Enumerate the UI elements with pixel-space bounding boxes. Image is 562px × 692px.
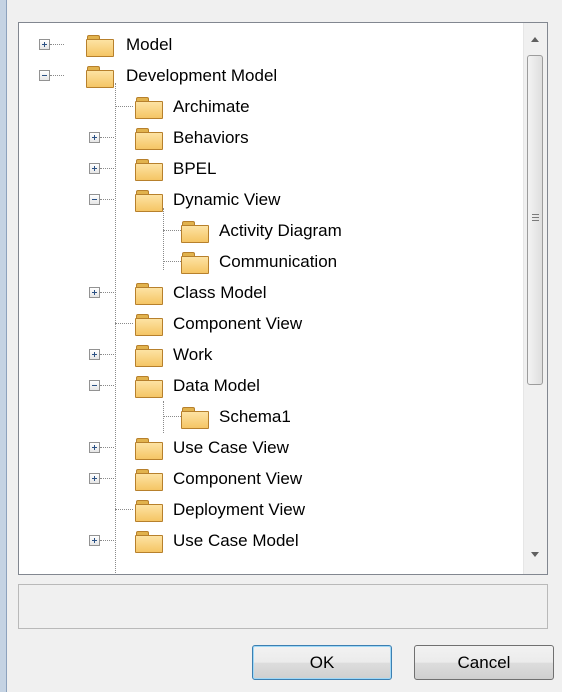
- tree-item-model[interactable]: Model: [19, 29, 524, 61]
- collapse-icon[interactable]: [89, 194, 100, 205]
- tree-item-label: Deployment View: [173, 500, 305, 519]
- tree-item-label: Use Case Model: [173, 531, 299, 550]
- tree-rows: Model Development Model Archimate Behavi…: [19, 23, 524, 574]
- folder-icon: [135, 345, 163, 367]
- scroll-down-arrow-icon: [531, 552, 539, 557]
- tree-item-behaviors[interactable]: Behaviors: [19, 122, 524, 154]
- tree-item-use-case-model[interactable]: Use Case Model: [19, 525, 524, 557]
- tree-item-component-view-2[interactable]: Component View: [19, 463, 524, 495]
- tree-item-label: Model: [126, 35, 173, 54]
- scroll-down-button[interactable]: [524, 543, 547, 565]
- selection-status-field: [18, 584, 548, 629]
- folder-icon: [135, 438, 163, 460]
- tree-item-communication[interactable]: Communication: [19, 246, 524, 278]
- tree-item-schema1[interactable]: Schema1: [19, 401, 524, 433]
- folder-icon: [135, 376, 163, 398]
- expand-icon[interactable]: [89, 163, 100, 174]
- window-left-border: [0, 0, 7, 692]
- folder-icon: [181, 252, 209, 274]
- folder-icon: [86, 66, 114, 88]
- cancel-button[interactable]: Cancel: [414, 645, 554, 680]
- folder-icon: [135, 97, 163, 119]
- tree-item-label: Communication: [219, 252, 338, 271]
- tree-item-data-model[interactable]: Data Model: [19, 370, 524, 402]
- folder-icon: [181, 221, 209, 243]
- tree-item-label: Work: [173, 345, 213, 364]
- expand-icon[interactable]: [89, 473, 100, 484]
- tree-item-archimate[interactable]: Archimate: [19, 91, 524, 123]
- folder-icon: [135, 190, 163, 212]
- expand-icon[interactable]: [89, 132, 100, 143]
- folder-icon: [135, 500, 163, 522]
- scroll-up-button[interactable]: [524, 29, 547, 51]
- tree-item-development-model[interactable]: Development Model: [19, 60, 524, 92]
- tree-item-label: Class Model: [173, 283, 267, 302]
- folder-icon: [135, 283, 163, 305]
- ok-button[interactable]: OK: [252, 645, 392, 680]
- tree-item-label: BPEL: [173, 159, 217, 178]
- tree-item-use-case-view[interactable]: Use Case View: [19, 432, 524, 464]
- expand-icon[interactable]: [89, 287, 100, 298]
- folder-icon: [135, 314, 163, 336]
- scroll-up-arrow-icon: [531, 37, 539, 42]
- tree-item-label: Activity Diagram: [219, 221, 342, 240]
- expand-icon[interactable]: [39, 39, 50, 50]
- tree-item-dynamic-view[interactable]: Dynamic View: [19, 184, 524, 216]
- tree-item-label: Component View: [173, 314, 303, 333]
- tree-item-label: Behaviors: [173, 128, 249, 147]
- tree-item-label: Schema1: [219, 407, 291, 426]
- collapse-icon[interactable]: [89, 380, 100, 391]
- folder-icon: [135, 128, 163, 150]
- tree-item-deployment-view[interactable]: Deployment View: [19, 494, 524, 526]
- folder-icon: [135, 159, 163, 181]
- dialog-top-frame: [0, 0, 562, 8]
- expand-icon[interactable]: [89, 349, 100, 360]
- tree-item-label: Component View: [173, 469, 303, 488]
- tree-item-class-model[interactable]: Class Model: [19, 277, 524, 309]
- vertical-scrollbar[interactable]: [523, 23, 547, 574]
- tree-item-work[interactable]: Work: [19, 339, 524, 371]
- tree-item-label: Use Case View: [173, 438, 289, 457]
- tree-item-component-view[interactable]: Component View: [19, 308, 524, 340]
- tree-item-label: Archimate: [173, 97, 250, 116]
- grip-icon: [532, 214, 539, 215]
- tree-item-label: Data Model: [173, 376, 260, 395]
- package-tree[interactable]: Model Development Model Archimate Behavi…: [18, 22, 548, 575]
- folder-icon: [135, 469, 163, 491]
- tree-item-label: Dynamic View: [173, 190, 281, 209]
- tree-item-label: Development Model: [126, 66, 278, 85]
- expand-icon[interactable]: [89, 535, 100, 546]
- scrollbar-thumb[interactable]: [527, 55, 543, 385]
- collapse-icon[interactable]: [39, 70, 50, 81]
- expand-icon[interactable]: [89, 442, 100, 453]
- tree-item-activity-diagram[interactable]: Activity Diagram: [19, 215, 524, 247]
- folder-icon: [181, 407, 209, 429]
- folder-icon: [135, 531, 163, 553]
- tree-item-bpel[interactable]: BPEL: [19, 153, 524, 185]
- folder-icon: [86, 35, 114, 57]
